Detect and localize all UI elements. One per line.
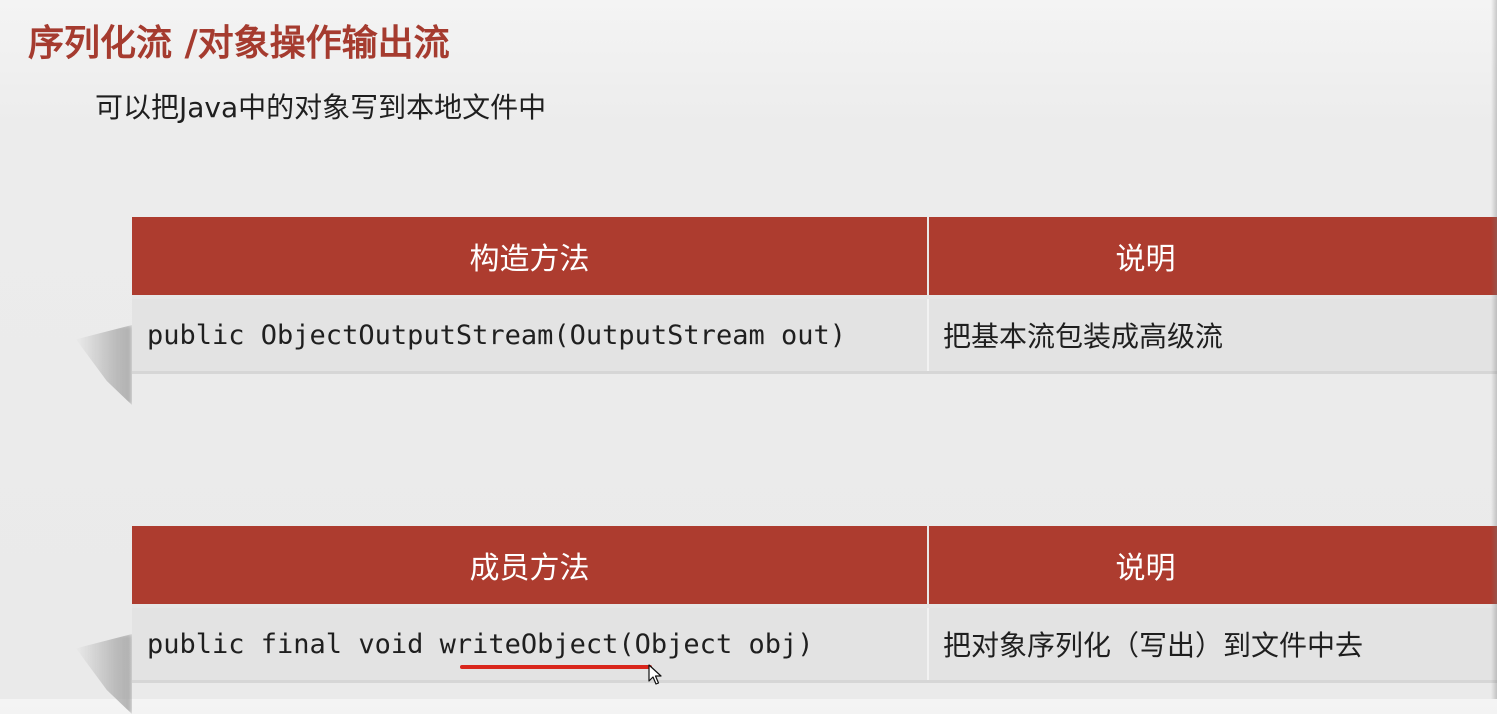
header-cell-constructor: 构造方法	[132, 217, 929, 295]
table-header-row: 构造方法 说明	[132, 217, 1497, 295]
right-edge-shadow	[1491, 0, 1497, 699]
table-header-row: 成员方法 说明	[132, 526, 1497, 604]
table-bottom-border	[132, 680, 1497, 683]
annotation-underline	[460, 665, 652, 669]
table-shadow-decoration	[76, 325, 132, 405]
header-cell-description: 说明	[929, 526, 1497, 604]
table-row: public ObjectOutputStream(OutputStream o…	[132, 299, 1497, 371]
method-description: 把对象序列化（写出）到文件中去	[943, 629, 1364, 662]
constructor-table: 构造方法 说明 public ObjectOutputStream(Output…	[132, 217, 1497, 374]
method-description: 把基本流包装成高级流	[943, 320, 1224, 353]
table-shadow-decoration	[76, 634, 132, 714]
slide-title: 序列化流 /对象操作输出流	[28, 23, 450, 64]
table-row: public final void writeObject(Object obj…	[132, 608, 1497, 680]
method-signature: public ObjectOutputStream(OutputStream o…	[132, 299, 929, 371]
mouse-cursor-icon	[648, 664, 662, 685]
method-table: 成员方法 说明 public final void writeObject(Ob…	[132, 526, 1497, 683]
slide-subtitle: 可以把Java中的对象写到本地文件中	[95, 91, 547, 124]
header-cell-member-method: 成员方法	[132, 526, 929, 604]
table-bottom-border	[132, 371, 1497, 374]
method-signature: public final void writeObject(Object obj…	[132, 608, 929, 680]
header-cell-description: 说明	[929, 217, 1497, 295]
